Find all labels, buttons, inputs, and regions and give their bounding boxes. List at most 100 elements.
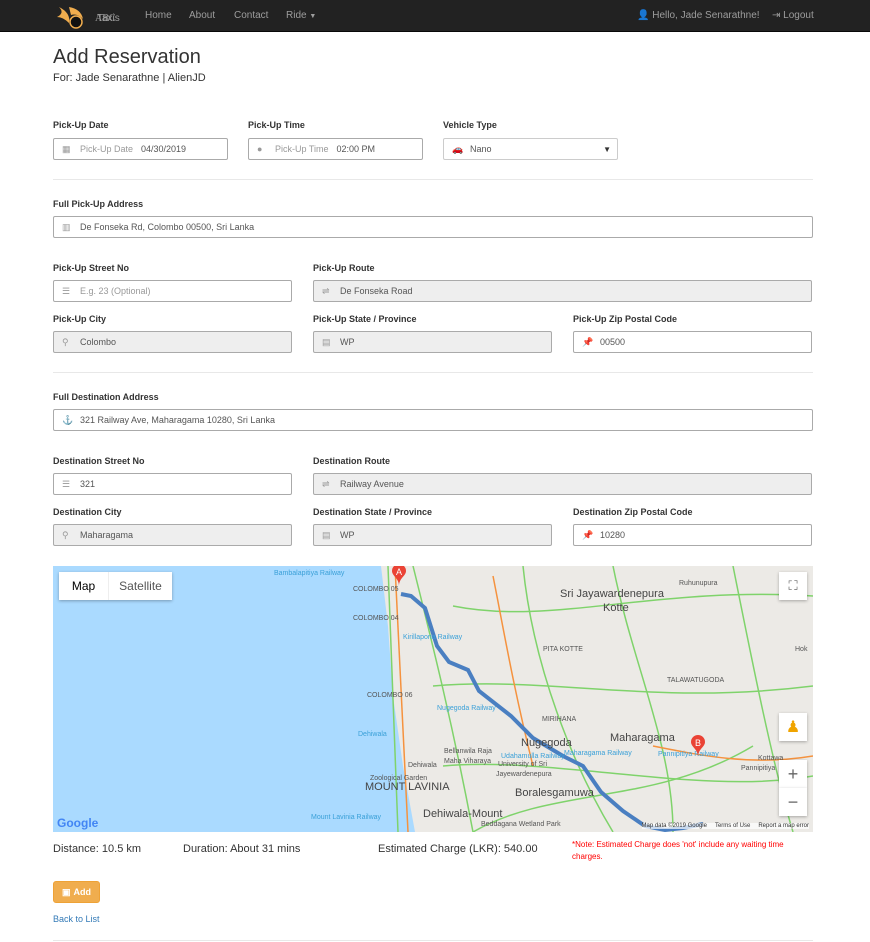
route-map[interactable]: Bambalapitiya Railway COLOMBO 05 Beddagana… (53, 566, 813, 832)
logout-text: Logout (783, 10, 814, 21)
pickup-full-address-input[interactable]: ▥ De Fonseka Rd, Colombo 00500, Sri Lanka (53, 216, 813, 238)
nav-ride-dropdown[interactable]: Ride ▼ (286, 10, 316, 21)
map-label: COLOMBO 05 (353, 586, 399, 593)
back-to-list-link[interactable]: Back to List (53, 914, 100, 924)
dest-city-input[interactable]: ⚲ Maharagama (53, 524, 292, 546)
page-title: Add Reservation (53, 46, 201, 68)
map-label: Bellanwila Raja (444, 748, 492, 755)
dest-full-label: Full Destination Address (53, 392, 159, 402)
brand-logo[interactable]: ABC Taxis (55, 3, 120, 32)
map-label: Jayewardenepura (496, 771, 552, 778)
map-label: Sri Jayawardenepura (560, 588, 664, 600)
map-marker-icon: ⚲ (62, 529, 69, 540)
zoom-in-button[interactable]: + (779, 760, 807, 788)
divider (53, 940, 813, 941)
divider (53, 372, 813, 373)
charge-note: *Note: Estimated Charge does 'not' inclu… (572, 840, 784, 861)
map-label: Dehiwala-Mount (423, 808, 503, 820)
satellite-tab[interactable]: Satellite (109, 579, 172, 593)
dest-state-label: Destination State / Province (313, 507, 433, 517)
brand-sub: Taxis (97, 13, 120, 24)
map-type-control: Map Satellite (59, 572, 172, 600)
map-label: Udahamulla Railway (501, 753, 565, 760)
nav-contact[interactable]: Contact (234, 10, 268, 21)
dest-street-input[interactable]: ☰ 321 (53, 473, 292, 495)
pickup-time-input[interactable]: ● Pick-Up Time 02:00 PM (248, 138, 423, 160)
map-label: Beddagana Wetland Park (481, 821, 561, 828)
pegman-icon[interactable]: ♟ (779, 713, 807, 741)
report-error-link[interactable]: Report a map error (758, 823, 809, 829)
dest-route-input[interactable]: ⇌ Railway Avenue (313, 473, 812, 495)
map-label: Hok (795, 646, 808, 653)
map-label: Kotte (603, 602, 629, 614)
date-prefix: Pick-Up Date (80, 144, 134, 154)
navbar: ABC Taxis Home About Contact Ride ▼ 👤 He… (0, 0, 870, 32)
map-label: PITA KOTTE (543, 646, 583, 653)
map-label: Boralesgamuwa (515, 787, 594, 799)
pickup-zip-value: 00500 (600, 337, 626, 347)
marker-a-label: A (396, 567, 402, 577)
fullscreen-icon[interactable]: ⛶ (779, 572, 807, 600)
vehicle-type-label: Vehicle Type (443, 120, 497, 130)
map-label: Mount Lavinia Railway (311, 814, 382, 821)
calendar-icon: ▦ (62, 143, 71, 154)
map-label: MOUNT LAVINIA (365, 781, 450, 793)
pickup-date-label: Pick-Up Date (53, 120, 109, 130)
marker-a-icon[interactable]: A (391, 566, 407, 586)
nav-home[interactable]: Home (145, 10, 172, 21)
map-label: Pannipitiya (741, 765, 776, 772)
select-arrow-icon: ▼ (603, 144, 611, 154)
pickup-city-input[interactable]: ⚲ Colombo (53, 331, 292, 353)
estimated-charge-text: Estimated Charge (LKR): 540.00 (378, 843, 538, 855)
pickup-state-label: Pick-Up State / Province (313, 314, 417, 324)
logout-link[interactable]: ⇥ Logout (772, 10, 814, 21)
dest-state-input[interactable]: ▤ WP (313, 524, 552, 546)
pushpin-icon: 📌 (582, 529, 594, 540)
add-button[interactable]: ▣ Add (53, 881, 100, 903)
marker-b-icon[interactable]: B (690, 735, 706, 757)
map-label: Dehiwala (408, 762, 437, 769)
sea-area (53, 566, 415, 832)
car-icon: 🚗 (452, 143, 464, 154)
google-logo: Google (57, 816, 99, 830)
pickup-date-input[interactable]: ▦ Pick-Up Date 04/30/2019 (53, 138, 228, 160)
list-icon: ☰ (62, 478, 71, 489)
pickup-zip-input[interactable]: 📌 00500 (573, 331, 812, 353)
user-greeting[interactable]: 👤 Hello, Jade Senarathne! (637, 10, 760, 21)
map-label: Maharagama (610, 732, 675, 744)
logout-icon: ⇥ (772, 10, 781, 21)
dest-zip-input[interactable]: 📌 10280 (573, 524, 812, 546)
time-value: 02:00 PM (336, 144, 376, 154)
dest-route-label: Destination Route (313, 456, 391, 466)
vehicle-value: Nano (470, 144, 492, 154)
terms-link[interactable]: Terms of Use (715, 823, 750, 829)
pickup-street-label: Pick-Up Street No (53, 263, 130, 273)
map-tab[interactable]: Map (59, 572, 109, 600)
distance-text: Distance: 10.5 km (53, 843, 142, 855)
nav-about[interactable]: About (189, 10, 215, 21)
add-label: Add (73, 887, 92, 897)
dest-full-value: 321 Railway Ave, Maharagama 10280, Sri L… (80, 415, 275, 425)
nav-ride-label: Ride (286, 10, 307, 21)
caret-down-icon: ▼ (309, 13, 317, 20)
pickup-state-input[interactable]: ▤ WP (313, 331, 552, 353)
greeting-text: Hello, Jade Senarathne! (652, 10, 760, 21)
vehicle-type-select[interactable]: 🚗 Nano ▼ (443, 138, 618, 160)
map-label: Dehiwala (358, 731, 387, 738)
add-icon: ▣ (61, 886, 71, 897)
date-value: 04/30/2019 (141, 144, 187, 154)
map-icon: ▤ (322, 529, 331, 540)
map-icon: ▤ (322, 336, 331, 347)
signpost-icon: ⇌ (322, 478, 330, 489)
pickup-route-input[interactable]: ⇌ De Fonseka Road (313, 280, 812, 302)
map-label: Pannipitiya Railway (658, 751, 719, 758)
time-prefix: Pick-Up Time (275, 144, 329, 154)
map-label: COLOMBO 04 (353, 615, 399, 622)
pickup-city-label: Pick-Up City (53, 314, 107, 324)
dest-zip-value: 10280 (600, 530, 626, 540)
pickup-route-label: Pick-Up Route (313, 263, 375, 273)
map-footer: Map data ©2019 Google Terms of Use Repor… (641, 823, 809, 829)
zoom-out-button[interactable]: − (779, 788, 807, 816)
dest-full-address-input[interactable]: ⚓ 321 Railway Ave, Maharagama 10280, Sri … (53, 409, 813, 431)
pickup-street-input[interactable]: ☰ E.g. 23 (Optional) (53, 280, 292, 302)
